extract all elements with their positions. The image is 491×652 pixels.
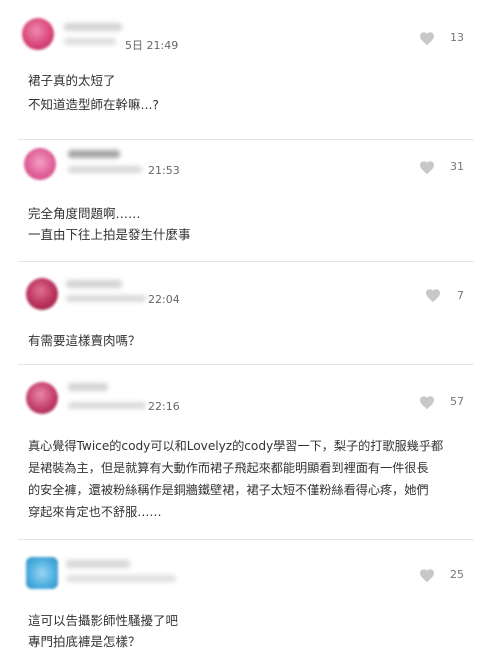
username-sub <box>68 402 146 409</box>
avatar[interactable] <box>26 278 58 310</box>
comment-text-line: 裙子真的太短了 <box>28 73 116 88</box>
comment-text-line: 是裙裝為主，但是就算有大動作而裙子飛起來都能明顯看到裡面有一件很長 <box>28 461 429 475</box>
comment-text-line: 不知道造型師在幹嘛...? <box>28 97 160 112</box>
username-sub <box>68 166 142 173</box>
avatar[interactable] <box>26 382 58 414</box>
comment-item: 5日 21:49 13 裙子真的太短了 不知道造型師在幹嘛...? <box>0 0 491 140</box>
comment-item: 22:04 7 有需要這樣賣肉嗎？ <box>0 262 491 364</box>
username[interactable] <box>66 560 130 568</box>
avatar[interactable] <box>22 18 54 50</box>
username-sub <box>64 38 116 45</box>
comment-text-line: 的安全褲，還被粉絲稱作是銅牆鐵壁裙，裙子太短不僅粉絲看得心疼，她們 <box>28 483 429 497</box>
comment-text-line: 穿起來肯定也不舒服…… <box>28 505 162 519</box>
like-count: 25 <box>450 568 464 581</box>
comment-item: 22:16 57 真心覺得Twice的cody可以和Lovelyz的cody學習… <box>0 365 491 539</box>
comment-time: 21:53 <box>148 164 180 177</box>
comment-item: 21:53 31 完全角度問題啊…… 一直由下往上拍是發生什麼事 <box>0 140 491 262</box>
comment-text-line: 真心覺得Twice的cody可以和Lovelyz的cody學習一下，梨子的打歌服… <box>28 439 444 453</box>
username[interactable] <box>68 383 108 391</box>
heart-icon <box>420 160 434 174</box>
comment-item: 25 這可以告攝影師性騷擾了吧 專門拍底褲是怎樣？ <box>0 540 491 652</box>
comment-time: 22:16 <box>148 400 180 413</box>
username[interactable] <box>64 23 122 31</box>
heart-icon <box>420 395 434 409</box>
heart-icon <box>420 31 434 45</box>
avatar[interactable] <box>26 557 58 589</box>
username[interactable] <box>66 280 122 288</box>
comment-text-line: 完全角度問題啊…… <box>28 206 141 221</box>
comment-time: 22:04 <box>148 293 180 306</box>
username[interactable] <box>68 150 120 158</box>
username-sub <box>66 295 146 302</box>
username-sub <box>66 575 176 582</box>
like-count: 31 <box>450 160 464 173</box>
comment-text-line: 一直由下往上拍是發生什麼事 <box>28 227 191 242</box>
like-count: 7 <box>457 289 464 302</box>
like-count: 13 <box>450 31 464 44</box>
avatar[interactable] <box>24 148 56 180</box>
heart-icon <box>420 568 434 582</box>
comment-text-line: 這可以告攝影師性騷擾了吧 <box>28 613 179 628</box>
comment-list: 5日 21:49 13 裙子真的太短了 不知道造型師在幹嘛...? 21:53 … <box>0 0 491 652</box>
comment-text-line: 有需要這樣賣肉嗎？ <box>28 333 141 348</box>
comment-text-line: 專門拍底褲是怎樣？ <box>28 634 141 649</box>
comment-time: 5日 21:49 <box>125 39 179 52</box>
like-count: 57 <box>450 395 464 408</box>
